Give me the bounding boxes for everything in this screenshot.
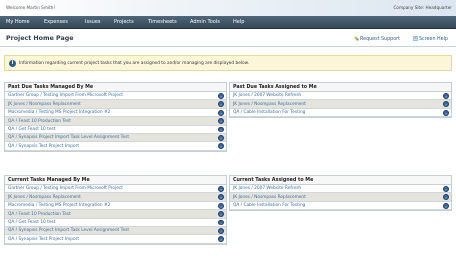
go-arrow-icon[interactable]: ›: [218, 118, 224, 124]
task-link[interactable]: JK Jones / Nosmpass Replacement: [8, 195, 81, 200]
panel-past-due-managed: Past Due Tasks Managed By Me Gartner Gro…: [4, 82, 227, 152]
task-row[interactable]: JK Jones / Nosmpass Replacement ›: [5, 193, 226, 202]
task-link[interactable]: Macromedia / Testing MS Project Integrat…: [8, 203, 110, 208]
task-row[interactable]: Macromedia / Testing MS Project Integrat…: [5, 202, 226, 211]
go-arrow-icon[interactable]: ›: [218, 202, 224, 209]
task-row[interactable]: QA / Synapsis Project Import Task Level …: [5, 133, 226, 143]
task-link[interactable]: QA / Feast 10 Production Test: [8, 119, 71, 124]
go-arrow-icon[interactable]: ›: [218, 126, 224, 133]
task-link[interactable]: QA / Feast 10 Production Test: [8, 212, 71, 217]
task-link[interactable]: QA / Cable Installation For Testing: [233, 110, 305, 115]
main-nav: My Home Expenses Issues Projects Timeshe…: [0, 16, 456, 29]
go-arrow-icon[interactable]: ›: [218, 227, 224, 234]
task-row[interactable]: JK Jones / Nosmpass Replacement ›: [230, 193, 451, 202]
go-arrow-icon[interactable]: ›: [218, 219, 224, 226]
request-support-label: Request Support: [360, 37, 400, 42]
panel-title: Current Tasks Managed By Me: [5, 176, 226, 185]
go-arrow-icon[interactable]: ›: [443, 93, 449, 99]
nav-projects[interactable]: Projects: [114, 19, 134, 25]
info-text: Information regarding current project ta…: [19, 61, 250, 66]
request-support-link[interactable]: Request Support: [354, 36, 400, 42]
task-row[interactable]: QA / Cable Installation For Testing ›: [230, 202, 451, 211]
task-row[interactable]: Gartner Group / Testing Import From Micr…: [5, 92, 226, 101]
go-arrow-icon[interactable]: ›: [218, 101, 224, 107]
help-icon: [413, 36, 418, 41]
task-row[interactable]: QA / Feast 10 Production Test ›: [5, 117, 226, 126]
task-row[interactable]: QA / Feast 10 Production Test ›: [5, 210, 226, 219]
go-arrow-icon[interactable]: ›: [218, 236, 224, 242]
task-link[interactable]: QA / Synapsis Test Project Import: [8, 237, 79, 242]
go-arrow-icon[interactable]: ›: [443, 202, 449, 209]
nav-admin-tools[interactable]: Admin Tools: [190, 19, 220, 25]
go-arrow-icon[interactable]: ›: [218, 143, 224, 149]
screen-help-label: Screen Help: [419, 37, 448, 42]
task-row[interactable]: JK Jones / Nosmpass Replacement ›: [230, 100, 451, 109]
task-link[interactable]: Macromedia / Testing MS Project Integrat…: [8, 110, 110, 115]
panel-title: Past Due Tasks Assigned to Me: [230, 83, 451, 92]
task-row[interactable]: JK Jones / 2007 Website Refresh ›: [230, 92, 451, 101]
task-link[interactable]: JK Jones / 2007 Website Refresh: [233, 93, 301, 98]
panel-past-due-assigned: Past Due Tasks Assigned to Me JK Jones /…: [229, 82, 452, 119]
nav-issues[interactable]: Issues: [85, 19, 101, 25]
task-link[interactable]: JK Jones / 2007 Website Refresh: [233, 186, 301, 191]
task-row[interactable]: Gartner Group / Testing Import From Micr…: [5, 185, 226, 194]
task-link[interactable]: QA / Get Feast 10 test: [8, 220, 55, 225]
go-arrow-icon[interactable]: ›: [443, 186, 449, 192]
task-link[interactable]: QA / Synapsis Test Project Import: [8, 144, 79, 149]
task-row[interactable]: QA / Get Feast 10 test ›: [5, 219, 226, 227]
nav-expenses[interactable]: Expenses: [44, 19, 68, 25]
task-link[interactable]: JK Jones / Nosmpass Replacement: [233, 195, 306, 200]
task-link[interactable]: Gartner Group / Testing Import From Micr…: [8, 93, 123, 98]
welcome-text: Welcome Martin Smith!: [6, 5, 56, 10]
go-arrow-icon[interactable]: ›: [443, 101, 449, 107]
go-arrow-icon[interactable]: ›: [218, 93, 224, 99]
task-row[interactable]: JK Jones / 2007 Website Refresh ›: [230, 185, 451, 194]
go-arrow-icon[interactable]: ›: [218, 109, 224, 116]
info-icon: i: [9, 60, 16, 67]
page-title-bar: Project Home Page Request Support Screen…: [0, 30, 456, 47]
info-banner: i Information regarding current project …: [4, 55, 452, 71]
top-banner: Welcome Martin Smith! Company Site: Head…: [0, 0, 456, 16]
task-link[interactable]: QA / Synapsis Project Import Task Level …: [8, 135, 129, 140]
task-row[interactable]: JK Jones / Nosmpass Replacement ›: [5, 100, 226, 109]
task-link[interactable]: QA / Cable Installation For Testing: [233, 203, 305, 208]
task-row[interactable]: QA / Get Feast 10 test ›: [5, 126, 226, 134]
task-link[interactable]: Gartner Group / Testing Import From Micr…: [8, 186, 123, 191]
panel-current-assigned: Current Tasks Assigned to Me JK Jones / …: [229, 175, 452, 212]
panel-title: Past Due Tasks Managed By Me: [5, 83, 226, 92]
page-title: Project Home Page: [6, 35, 74, 42]
support-icon: [354, 36, 359, 41]
nav-help[interactable]: Help: [233, 19, 244, 25]
task-row[interactable]: QA / Synapsis Test Project Import ›: [5, 235, 226, 244]
go-arrow-icon[interactable]: ›: [218, 186, 224, 192]
task-row[interactable]: QA / Cable Installation For Testing ›: [230, 109, 451, 118]
task-row[interactable]: QA / Synapsis Test Project Import ›: [5, 142, 226, 151]
task-link[interactable]: JK Jones / Nosmpass Replacement: [233, 102, 306, 107]
task-row[interactable]: Macromedia / Testing MS Project Integrat…: [5, 109, 226, 118]
task-link[interactable]: QA / Get Feast 10 test: [8, 127, 55, 132]
task-row[interactable]: QA / Synapsis Project Import Task Level …: [5, 226, 226, 236]
go-arrow-icon[interactable]: ›: [218, 211, 224, 217]
company-site-text: Company Site: Headquarter: [393, 5, 452, 10]
screen-help-link[interactable]: Screen Help: [413, 36, 448, 42]
panel-title: Current Tasks Assigned to Me: [230, 176, 451, 185]
task-link[interactable]: JK Jones / Nosmpass Replacement: [8, 102, 81, 107]
task-link[interactable]: QA / Synapsis Project Import Task Level …: [8, 228, 129, 233]
panel-current-managed: Current Tasks Managed By Me Gartner Grou…: [4, 175, 227, 245]
go-arrow-icon[interactable]: ›: [443, 109, 449, 116]
go-arrow-icon[interactable]: ›: [218, 194, 224, 200]
nav-my-home[interactable]: My Home: [6, 19, 30, 25]
go-arrow-icon[interactable]: ›: [443, 194, 449, 200]
nav-timesheets[interactable]: Timesheets: [148, 19, 177, 25]
go-arrow-icon[interactable]: ›: [218, 134, 224, 141]
